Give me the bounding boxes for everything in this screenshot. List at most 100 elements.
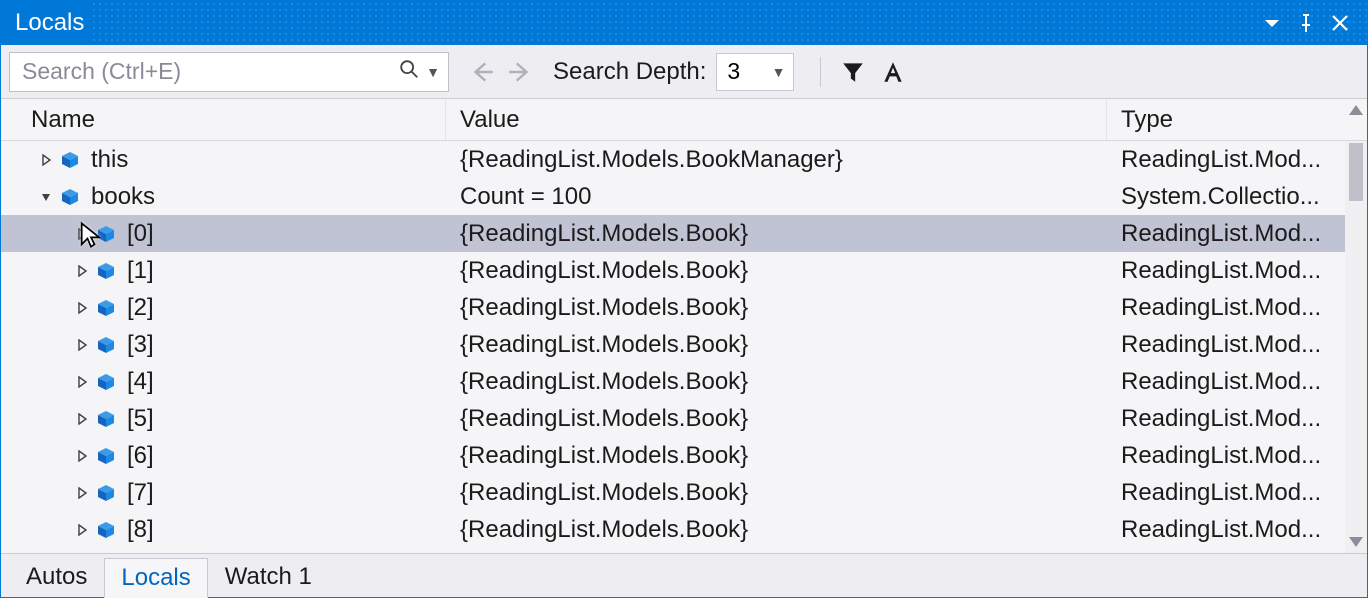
variable-value: {ReadingList.Models.BookManager}: [460, 146, 843, 174]
expand-icon[interactable]: [37, 151, 55, 169]
nav-forward-button[interactable]: [501, 53, 539, 91]
expand-icon[interactable]: [73, 225, 91, 243]
variable-name: [6]: [127, 442, 154, 470]
variable-name: [5]: [127, 405, 154, 433]
scroll-down-button[interactable]: [1349, 537, 1363, 547]
column-header-type[interactable]: Type: [1107, 99, 1345, 140]
grid-body: this {ReadingList.Models.BookManager} Read…: [1, 141, 1367, 553]
tab-bar: AutosLocalsWatch 1: [1, 553, 1367, 597]
expand-icon[interactable]: [73, 447, 91, 465]
variable-value: {ReadingList.Models.Book}: [460, 331, 748, 359]
variables-grid: Name Value Type this {ReadingList.Models.…: [1, 99, 1367, 553]
expand-icon[interactable]: [73, 336, 91, 354]
text-style-button[interactable]: [873, 52, 913, 92]
window-menu-button[interactable]: [1255, 1, 1289, 45]
tab-watch-1[interactable]: Watch 1: [208, 557, 329, 597]
vertical-scrollbar[interactable]: [1345, 141, 1367, 553]
object-icon: [95, 519, 117, 541]
object-icon: [95, 371, 117, 393]
titlebar: Locals: [1, 1, 1367, 45]
variable-type: ReadingList.Mod...: [1121, 257, 1345, 285]
variable-name: this: [91, 146, 128, 174]
chevron-down-icon: ▼: [772, 64, 786, 80]
variable-name: [1]: [127, 257, 154, 285]
search-depth-select[interactable]: 3 ▼: [716, 53, 794, 91]
expand-icon[interactable]: [73, 299, 91, 317]
object-icon: [95, 408, 117, 430]
column-header-name[interactable]: Name: [1, 99, 446, 140]
variable-type: ReadingList.Mod...: [1121, 331, 1345, 359]
table-row[interactable]: [3] {ReadingList.Models.Book} ReadingList.…: [1, 326, 1345, 363]
pin-button[interactable]: [1289, 1, 1323, 45]
variable-name: [7]: [127, 479, 154, 507]
table-row[interactable]: [6] {ReadingList.Models.Book} ReadingList.…: [1, 437, 1345, 474]
table-row[interactable]: [5] {ReadingList.Models.Book} ReadingList.…: [1, 400, 1345, 437]
object-icon: [95, 297, 117, 319]
variable-name: [2]: [127, 294, 154, 322]
collapse-icon[interactable]: [37, 188, 55, 206]
variable-value: {ReadingList.Models.Book}: [460, 479, 748, 507]
search-icon[interactable]: [398, 58, 420, 86]
variable-value: {ReadingList.Models.Book}: [460, 294, 748, 322]
table-row[interactable]: [1] {ReadingList.Models.Book} ReadingList.…: [1, 252, 1345, 289]
expand-icon[interactable]: [73, 521, 91, 539]
variable-type: ReadingList.Mod...: [1121, 294, 1345, 322]
search-box[interactable]: ▼: [9, 52, 449, 92]
variable-type: ReadingList.Mod...: [1121, 146, 1345, 174]
variable-name: [4]: [127, 368, 154, 396]
tab-locals[interactable]: Locals: [104, 558, 207, 598]
expand-icon[interactable]: [73, 373, 91, 391]
object-icon: [95, 334, 117, 356]
search-depth-value: 3: [727, 58, 740, 85]
table-row[interactable]: [7] {ReadingList.Models.Book} ReadingList.…: [1, 474, 1345, 511]
object-icon: [95, 260, 117, 282]
window-title: Locals: [15, 9, 84, 37]
locals-window: Locals ▼ Search Depth: 3 ▼: [0, 0, 1368, 598]
close-button[interactable]: [1323, 1, 1357, 45]
table-row[interactable]: [0] {ReadingList.Models.Book} ReadingList.…: [1, 215, 1345, 252]
table-row[interactable]: [4] {ReadingList.Models.Book} ReadingList.…: [1, 363, 1345, 400]
variable-value: Count = 100: [460, 183, 591, 211]
grid-header: Name Value Type: [1, 99, 1367, 141]
variable-name: books: [91, 183, 155, 211]
variable-type: ReadingList.Mod...: [1121, 368, 1345, 396]
object-icon: [95, 482, 117, 504]
variable-type: ReadingList.Mod...: [1121, 442, 1345, 470]
variable-value: {ReadingList.Models.Book}: [460, 516, 748, 544]
variable-value: {ReadingList.Models.Book}: [460, 220, 748, 248]
table-row[interactable]: this {ReadingList.Models.BookManager} Read…: [1, 141, 1345, 178]
variable-value: {ReadingList.Models.Book}: [460, 368, 748, 396]
expand-icon[interactable]: [73, 484, 91, 502]
scrollbar-thumb[interactable]: [1349, 143, 1363, 201]
variable-name: [0]: [127, 220, 154, 248]
variable-value: {ReadingList.Models.Book}: [460, 257, 748, 285]
table-row[interactable]: [2] {ReadingList.Models.Book} ReadingList.…: [1, 289, 1345, 326]
object-icon: [59, 186, 81, 208]
search-input[interactable]: [20, 57, 398, 86]
tab-autos[interactable]: Autos: [9, 557, 104, 597]
variable-type: System.Collectio...: [1121, 183, 1345, 211]
toolbar-separator: [820, 57, 821, 87]
variable-value: {ReadingList.Models.Book}: [460, 442, 748, 470]
variable-type: ReadingList.Mod...: [1121, 516, 1345, 544]
variable-value: {ReadingList.Models.Book}: [460, 405, 748, 433]
variable-type: ReadingList.Mod...: [1121, 479, 1345, 507]
nav-back-button[interactable]: [463, 53, 501, 91]
table-row[interactable]: [8] {ReadingList.Models.Book} ReadingList.…: [1, 511, 1345, 548]
object-icon: [95, 223, 117, 245]
expand-icon[interactable]: [73, 262, 91, 280]
filter-button[interactable]: [833, 52, 873, 92]
search-depth-label: Search Depth:: [553, 58, 706, 86]
table-row[interactable]: books Count = 100 System.Collectio...: [1, 178, 1345, 215]
object-icon: [95, 445, 117, 467]
column-header-value[interactable]: Value: [446, 99, 1107, 140]
toolbar: ▼ Search Depth: 3 ▼: [1, 45, 1367, 99]
variable-name: [8]: [127, 516, 154, 544]
variable-type: ReadingList.Mod...: [1121, 220, 1345, 248]
search-dropdown-icon[interactable]: ▼: [426, 64, 440, 80]
expand-icon[interactable]: [73, 410, 91, 428]
variable-type: ReadingList.Mod...: [1121, 405, 1345, 433]
variable-name: [3]: [127, 331, 154, 359]
object-icon: [59, 149, 81, 171]
scroll-up-button[interactable]: [1345, 99, 1367, 140]
